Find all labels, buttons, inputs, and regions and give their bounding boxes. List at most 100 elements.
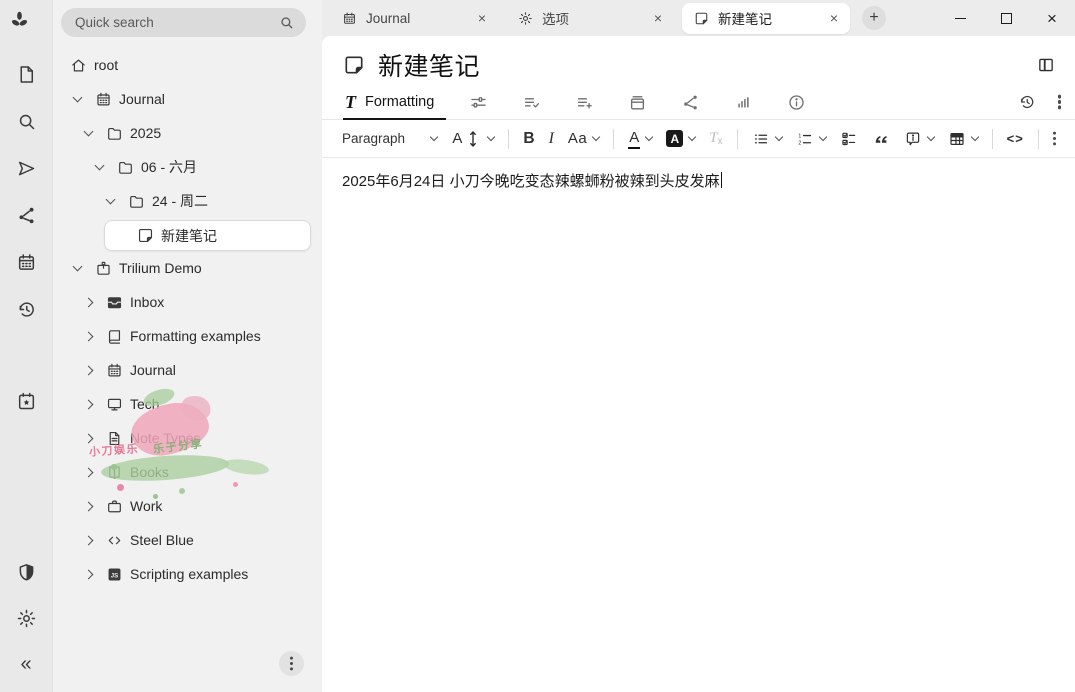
quick-search-input[interactable]: Quick search [61, 8, 306, 37]
ribbon-tab-formatting[interactable]: T Formatting [343, 85, 468, 119]
tree-item-scripting-examples[interactable]: JSScripting examples [53, 557, 322, 591]
ribbon-tab-inherited-attributes[interactable] [574, 92, 594, 112]
ribbon-tab-basic-properties[interactable] [468, 92, 488, 112]
todo-list-icon [840, 130, 858, 148]
chevron-right-icon[interactable] [84, 467, 94, 477]
block-quote-button[interactable] [866, 125, 896, 153]
search-icon [279, 15, 294, 30]
chevron-right-icon[interactable] [84, 365, 94, 375]
chevron-down-icon[interactable] [73, 93, 83, 103]
tab-item-1[interactable]: 选项× [506, 3, 674, 34]
chevron-down-icon [645, 133, 653, 141]
trilium-logo-icon [9, 10, 43, 44]
new-note-button[interactable] [9, 57, 43, 91]
tree-item-work[interactable]: Work [53, 489, 322, 523]
note-map-button[interactable] [9, 198, 43, 232]
note-title-row: 新建笔记 [322, 36, 1075, 85]
remove-format-button[interactable]: Tx [703, 125, 728, 153]
collapse-sidebar-button[interactable]: « [9, 647, 43, 681]
maximize-button[interactable] [983, 0, 1029, 36]
italic-button[interactable]: I [543, 125, 560, 153]
tree-item-root[interactable]: root [53, 48, 322, 82]
network-icon [681, 93, 700, 112]
toolbar-more-button[interactable] [1047, 125, 1062, 153]
calendar-star-icon [16, 391, 37, 412]
close-button[interactable]: × [1029, 0, 1075, 36]
jump-to-note-button[interactable] [9, 151, 43, 185]
tab-item-2[interactable]: 新建笔记× [682, 3, 850, 34]
bold-button[interactable]: B [517, 125, 540, 153]
sliders-icon [469, 93, 488, 112]
calendar-icon [16, 252, 37, 273]
toolbar-separator [992, 129, 993, 149]
quick-search-placeholder: Quick search [75, 15, 279, 30]
today-journal-button[interactable] [9, 384, 43, 418]
chevron-down-icon[interactable] [84, 127, 94, 137]
close-tab-icon[interactable]: × [652, 10, 664, 26]
chevron-down-icon[interactable] [106, 195, 116, 205]
chevron-down-icon[interactable] [73, 262, 83, 272]
chevron-right-icon[interactable] [84, 399, 94, 409]
minimize-icon [955, 18, 966, 19]
chevron-down-icon[interactable] [95, 161, 105, 171]
chevron-right-icon[interactable] [84, 535, 94, 545]
search-button[interactable] [9, 104, 43, 138]
paragraph-style-dropdown[interactable]: Paragraph [334, 125, 445, 153]
tree-item-books[interactable]: Books [53, 455, 322, 489]
chevron-right-icon[interactable] [84, 331, 94, 341]
tree-item-tech[interactable]: Tech [53, 387, 322, 421]
note-content[interactable]: 2025年6月24日 小刀今晚吃变态辣螺蛳粉被辣到头皮发麻 [322, 158, 1075, 692]
revisions-button[interactable] [1018, 93, 1036, 111]
calendar-button[interactable] [9, 245, 43, 279]
tree-item-trilium-demo[interactable]: Trilium Demo [53, 251, 322, 285]
new-tab-button[interactable]: + [862, 6, 886, 30]
admonition-button[interactable] [898, 125, 940, 153]
settings-button[interactable] [9, 601, 43, 635]
tree-item-item-5[interactable]: 新建笔记 [104, 220, 311, 251]
chevron-right-icon[interactable] [84, 297, 94, 307]
note-title[interactable]: 新建笔记 [378, 47, 1031, 83]
tree-item-inbox[interactable]: Inbox [53, 285, 322, 319]
protected-session-button[interactable] [9, 555, 43, 589]
tree-item-note-types[interactable]: Note Types [53, 421, 322, 455]
close-tab-icon[interactable]: × [476, 10, 488, 26]
info-icon [787, 93, 806, 112]
minimize-button[interactable] [937, 0, 983, 36]
chevron-right-icon[interactable] [84, 569, 94, 579]
tree-actions-button[interactable] [279, 651, 304, 676]
numbered-list-button[interactable]: 12 [790, 125, 832, 153]
font-family-icon: Aa [568, 130, 587, 147]
chevron-right-icon[interactable] [84, 501, 94, 511]
tree-item-steel-blue[interactable]: Steel Blue [53, 523, 322, 557]
ribbon-tab-similar-notes[interactable] [733, 92, 753, 112]
ribbon-tab-note-map[interactable] [680, 92, 700, 112]
window-controls: × [937, 0, 1075, 36]
tree-item-journal[interactable]: Journal [53, 82, 322, 116]
background-color-button[interactable]: A [660, 125, 701, 153]
font-color-button[interactable]: A [622, 125, 658, 153]
code-block-button[interactable]: <> [1001, 125, 1030, 153]
insert-table-button[interactable] [942, 125, 984, 153]
split-view-button[interactable] [1031, 50, 1061, 80]
recent-changes-button[interactable] [9, 292, 43, 326]
close-tab-icon[interactable]: × [828, 10, 840, 26]
tree-item-06[interactable]: 06 - 六月 [53, 150, 322, 184]
ribbon-tab-note-paths[interactable] [627, 92, 647, 112]
font-size-button[interactable]: A [446, 125, 500, 153]
tab-journal[interactable]: Journal× [330, 3, 498, 34]
tree-item-formatting-examples[interactable]: Formatting examples [53, 319, 322, 353]
chevron-right-icon[interactable] [84, 433, 94, 443]
ribbon-more-button[interactable] [1058, 100, 1061, 103]
ribbon-tab-note-info[interactable] [786, 92, 806, 112]
ribbon-right-actions [1018, 85, 1061, 119]
tree-item-journal[interactable]: Journal [53, 353, 322, 387]
history-icon [16, 299, 37, 320]
tree-item-2025[interactable]: 2025 [53, 116, 322, 150]
bulleted-list-button[interactable] [746, 125, 788, 153]
chevron-down-icon [592, 133, 600, 141]
chevron-down-icon [970, 133, 978, 141]
ribbon-tab-owned-attributes[interactable] [521, 92, 541, 112]
tree-item-24[interactable]: 24 - 周二 [53, 184, 322, 218]
todo-list-button[interactable] [834, 125, 864, 153]
font-family-button[interactable]: Aa [562, 125, 605, 153]
